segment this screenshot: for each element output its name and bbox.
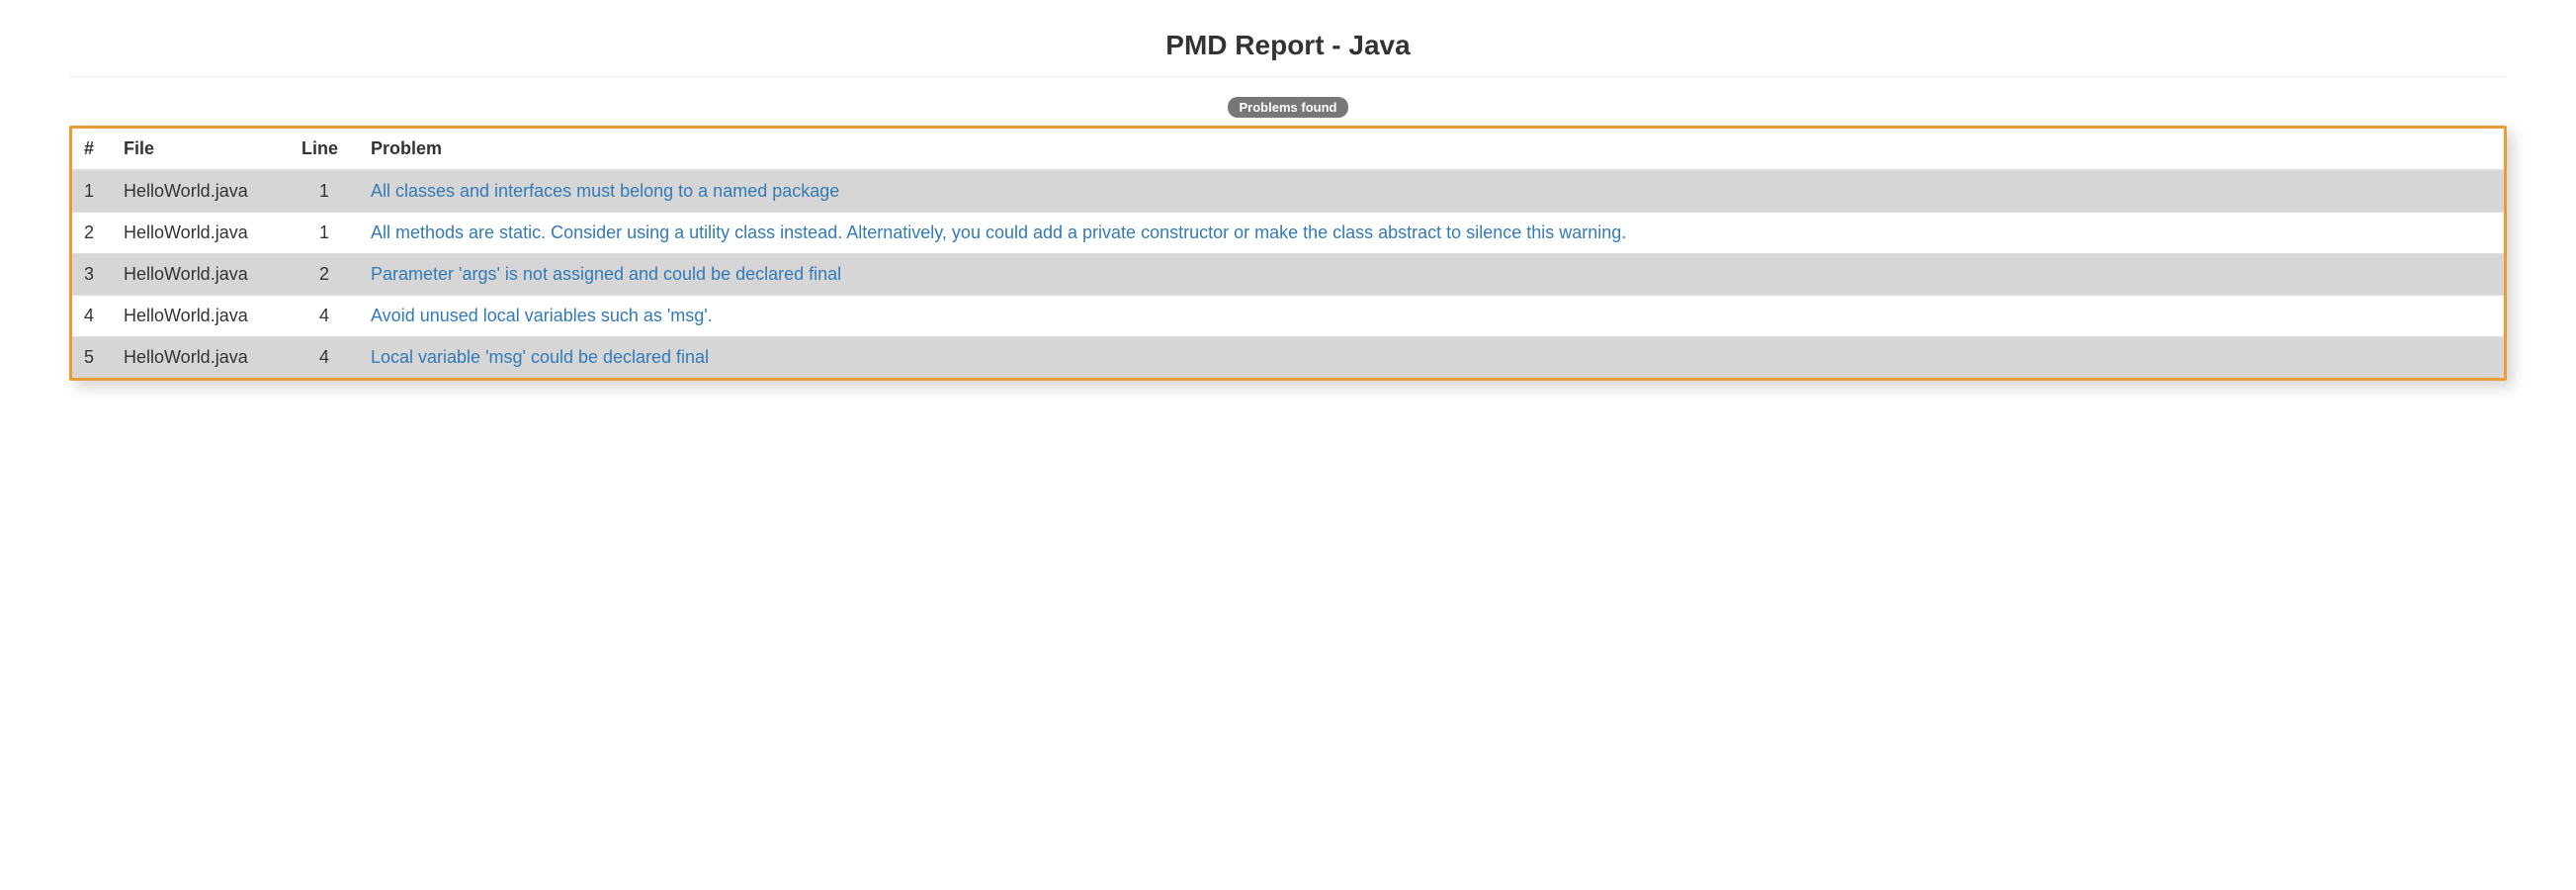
cell-num: 1 (72, 170, 112, 213)
problem-link[interactable]: Parameter 'args' is not assigned and cou… (371, 264, 841, 284)
cell-line: 4 (290, 296, 359, 337)
table-row: 5HelloWorld.java4 Local variable 'msg' co… (72, 337, 2504, 379)
column-header-file: File (112, 129, 290, 170)
table-row: 4HelloWorld.java4 Avoid unused local vari… (72, 296, 2504, 337)
divider (69, 76, 2507, 77)
cell-problem: Parameter 'args' is not assigned and cou… (359, 254, 2504, 296)
problems-table: # File Line Problem 1HelloWorld.java1All… (72, 129, 2504, 378)
problem-link[interactable]: All methods are static. Consider using a… (371, 222, 1626, 242)
cell-file: HelloWorld.java (112, 213, 290, 254)
column-header-line: Line (290, 129, 359, 170)
cell-file: HelloWorld.java (112, 337, 290, 379)
cell-problem: All classes and interfaces must belong t… (359, 170, 2504, 213)
column-header-num: # (72, 129, 112, 170)
problems-found-badge: Problems found (1228, 97, 1349, 118)
cell-num: 3 (72, 254, 112, 296)
table-header-row: # File Line Problem (72, 129, 2504, 170)
cell-line: 4 (290, 337, 359, 379)
problem-link[interactable]: Avoid unused local variables such as 'ms… (371, 306, 713, 325)
table-row: 1HelloWorld.java1 All classes and interfa… (72, 170, 2504, 213)
cell-line: 1 (290, 170, 359, 213)
table-row: 2HelloWorld.java1 All methods are static.… (72, 213, 2504, 254)
cell-num: 4 (72, 296, 112, 337)
cell-file: HelloWorld.java (112, 254, 290, 296)
problem-link[interactable]: All classes and interfaces must belong t… (371, 181, 839, 201)
column-header-problem: Problem (359, 129, 2504, 170)
problem-link[interactable]: Local variable 'msg' could be declared f… (371, 347, 709, 367)
badge-container: Problems found (69, 97, 2507, 118)
cell-num: 2 (72, 213, 112, 254)
problems-panel: # File Line Problem 1HelloWorld.java1All… (69, 126, 2507, 381)
cell-line: 2 (290, 254, 359, 296)
table-row: 3HelloWorld.java2 Parameter 'args' is not… (72, 254, 2504, 296)
cell-file: HelloWorld.java (112, 170, 290, 213)
page-title: PMD Report - Java (69, 30, 2507, 61)
cell-num: 5 (72, 337, 112, 379)
cell-file: HelloWorld.java (112, 296, 290, 337)
cell-problem: All methods are static. Consider using a… (359, 213, 2504, 254)
cell-problem: Local variable 'msg' could be declared f… (359, 337, 2504, 379)
cell-problem: Avoid unused local variables such as 'ms… (359, 296, 2504, 337)
cell-line: 1 (290, 213, 359, 254)
